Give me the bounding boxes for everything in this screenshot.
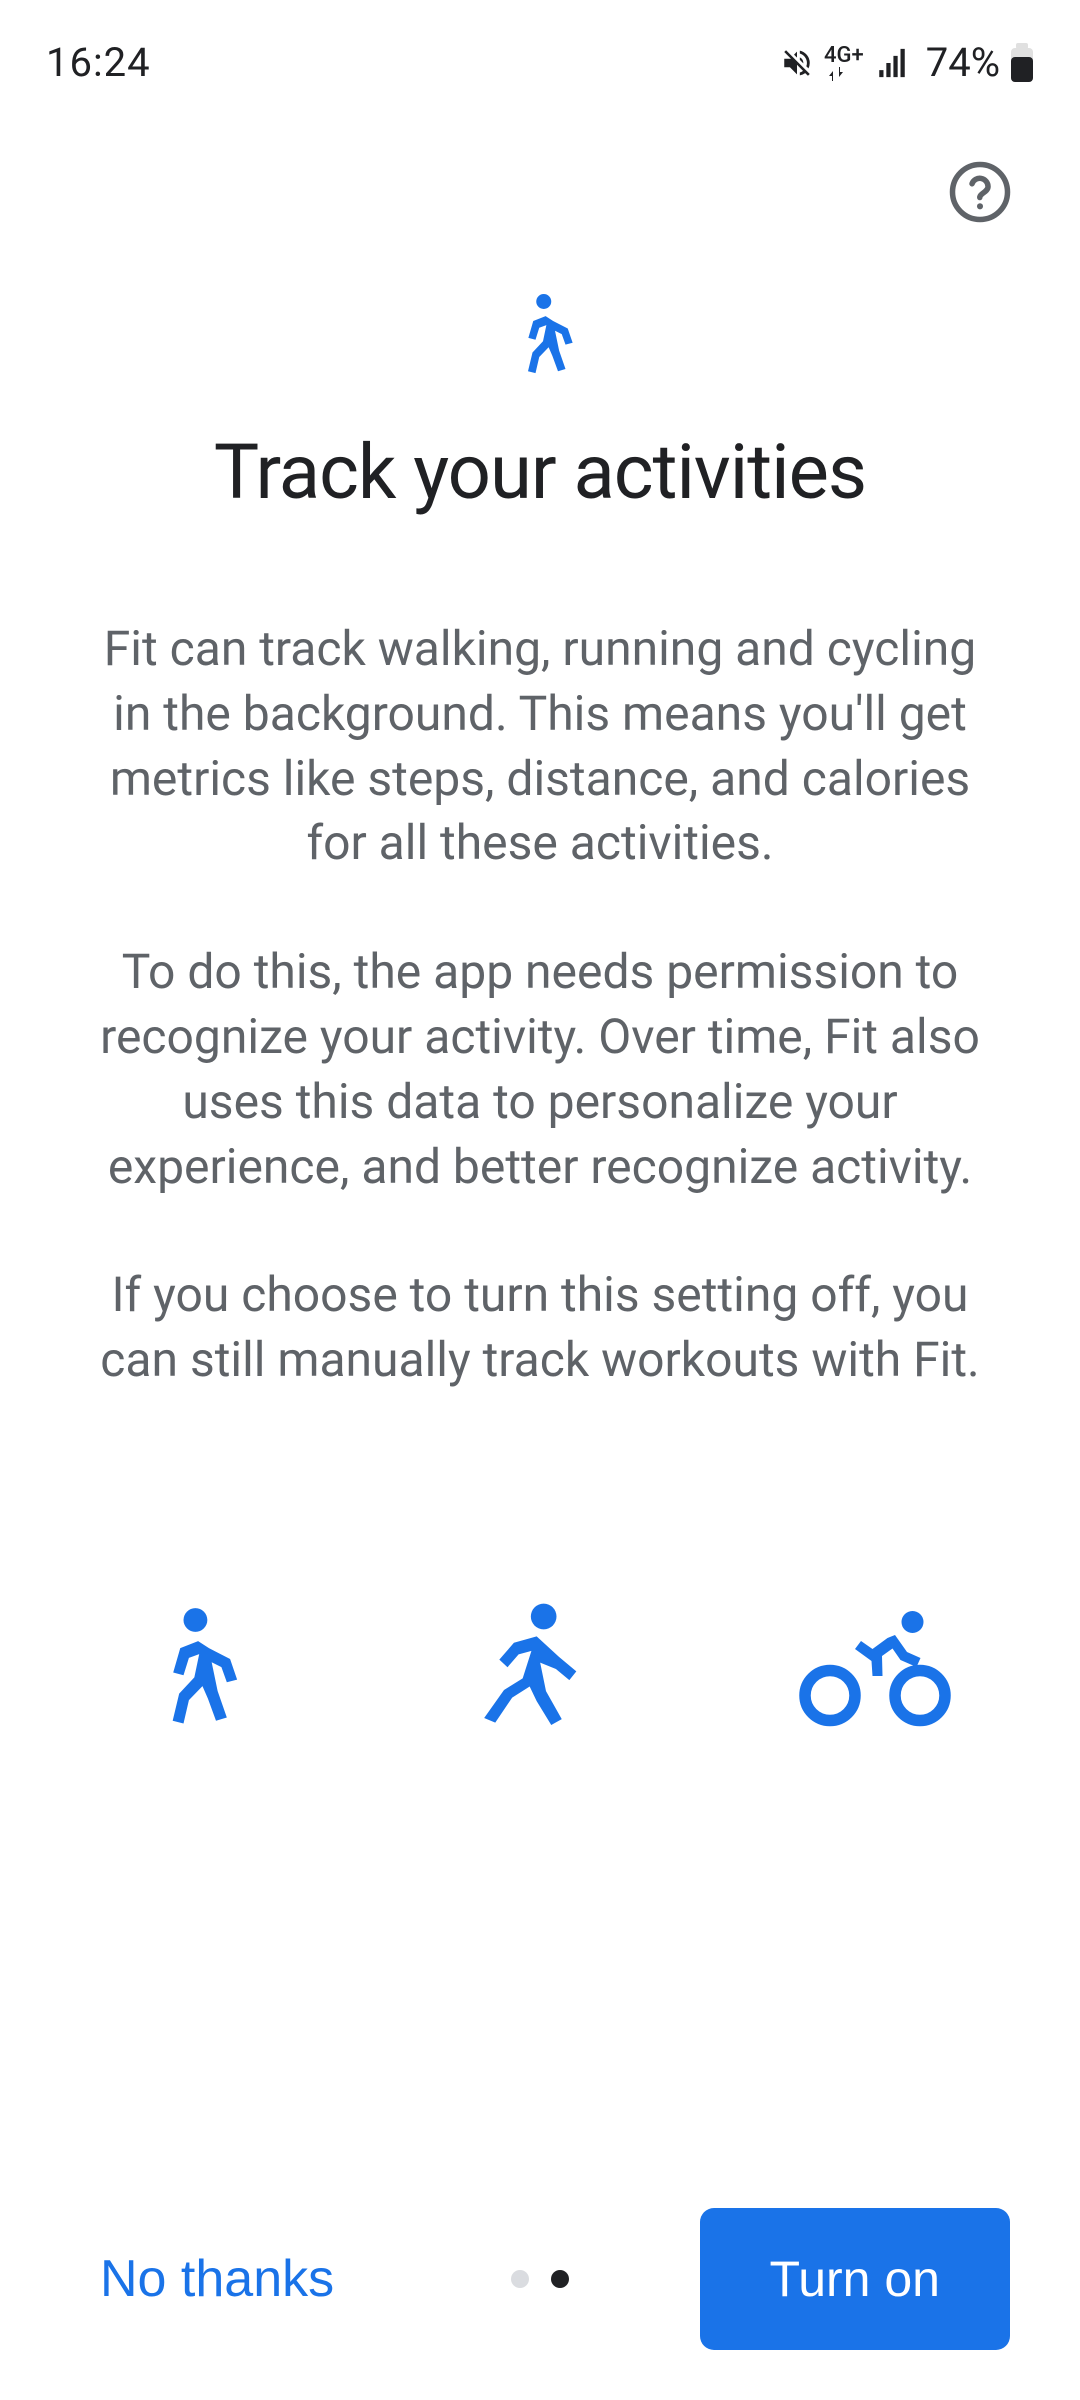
page-title: Track your activities [214,427,866,517]
page-dot-1 [551,2270,569,2288]
status-time: 16:24 [46,39,151,86]
description-paragraph-2: To do this, the app needs permission to … [80,940,1000,1199]
help-button[interactable] [940,153,1020,233]
no-thanks-button[interactable]: No thanks [90,2219,344,2339]
signal-icon [874,46,910,80]
muted-icon [780,46,814,80]
walking-icon [125,1593,255,1742]
status-bar: 16:24 4G+ 74% [0,0,1080,95]
onboarding-content: Track your activities Fit can track walk… [0,233,1080,1742]
page-indicator [511,2270,569,2288]
cycling-icon [795,1593,955,1742]
description-paragraph-3: If you choose to turn this setting off, … [80,1263,1000,1393]
walking-icon [495,283,585,387]
battery-icon [1010,43,1034,83]
activity-icons-row [80,1593,1000,1742]
network-type-label: 4G+ [824,45,864,81]
page-dot-0 [511,2270,529,2288]
turn-on-button[interactable]: Turn on [700,2208,1010,2350]
status-indicators: 4G+ 74% [780,39,1034,86]
description-paragraph-1: Fit can track walking, running and cycli… [80,617,1000,876]
battery-percentage: 74% [926,39,1000,86]
bottom-action-bar: No thanks Turn on [0,2208,1080,2350]
running-icon [455,1593,595,1742]
help-icon [947,159,1013,228]
